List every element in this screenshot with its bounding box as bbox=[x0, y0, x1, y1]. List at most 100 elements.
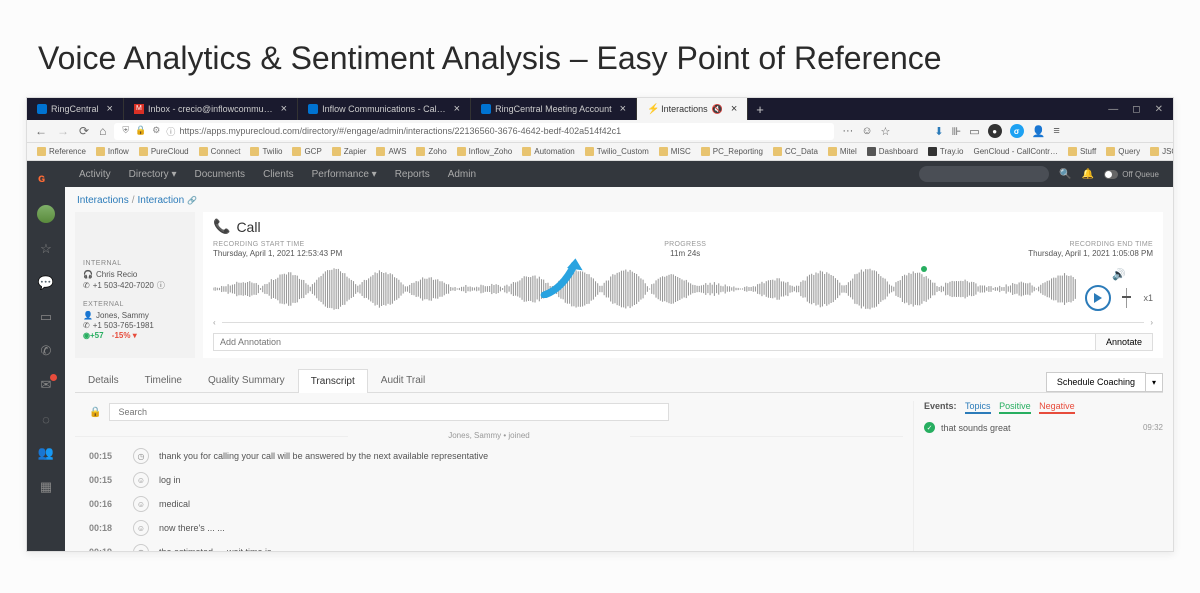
volume-icon[interactable]: 🔊 bbox=[1112, 268, 1126, 281]
bookmark[interactable]: Automation bbox=[522, 147, 574, 156]
avatar[interactable] bbox=[37, 205, 55, 223]
events-tab-topics[interactable]: Topics bbox=[965, 401, 991, 414]
browser-tab[interactable]: RingCentral× bbox=[27, 98, 124, 120]
timeline-scrollbar[interactable]: ‹› bbox=[213, 316, 1153, 329]
tab-audit[interactable]: Audit Trail bbox=[368, 368, 438, 392]
events-tab-negative[interactable]: Negative bbox=[1039, 401, 1075, 414]
browser-tab-active[interactable]: ⚡Interactions🔇× bbox=[637, 98, 748, 120]
bookmark[interactable]: Twilio bbox=[250, 147, 282, 156]
apps-icon[interactable]: ▦ bbox=[38, 479, 54, 495]
nav-documents[interactable]: Documents bbox=[194, 169, 245, 180]
bookmark[interactable]: Connect bbox=[199, 147, 241, 156]
nav-clients[interactable]: Clients bbox=[263, 169, 294, 180]
close-icon[interactable]: × bbox=[620, 103, 626, 115]
bookmark[interactable]: Tray.io bbox=[928, 147, 964, 156]
reader-icon[interactable]: ☺ bbox=[861, 125, 872, 137]
transcript-search-input[interactable] bbox=[109, 403, 669, 421]
transcript-line[interactable]: 00:15◷thank you for calling your call wi… bbox=[75, 444, 903, 468]
breadcrumb-link[interactable]: Interactions bbox=[77, 195, 129, 206]
back-icon[interactable]: ← bbox=[35, 124, 47, 138]
chevron-right-icon[interactable]: › bbox=[1150, 318, 1153, 327]
bookmark[interactable]: Stuff bbox=[1068, 147, 1096, 156]
ext-icon[interactable]: ● bbox=[988, 124, 1002, 138]
chat-icon[interactable]: 💬 bbox=[38, 275, 54, 291]
events-tab-positive[interactable]: Positive bbox=[999, 401, 1031, 414]
queue-toggle[interactable]: Off Queue bbox=[1104, 170, 1159, 179]
search-input[interactable] bbox=[919, 166, 1049, 182]
star-icon[interactable]: ☆ bbox=[38, 241, 54, 257]
forward-icon[interactable]: → bbox=[57, 124, 69, 138]
maximize-icon[interactable]: ◻ bbox=[1132, 104, 1140, 115]
bookmark[interactable]: Inflow bbox=[96, 147, 129, 156]
tab-details[interactable]: Details bbox=[75, 368, 132, 392]
bookmark[interactable]: Reference bbox=[37, 147, 86, 156]
bookmark[interactable]: GCP bbox=[292, 147, 321, 156]
play-button[interactable] bbox=[1085, 285, 1111, 311]
bookmark[interactable]: GenCloud - CallContr… bbox=[973, 147, 1057, 156]
tab-timeline[interactable]: Timeline bbox=[132, 368, 195, 392]
screenshot-icon[interactable]: ▭ bbox=[969, 125, 979, 138]
download-icon[interactable]: ⬇ bbox=[934, 125, 943, 138]
reload-icon[interactable]: ⟳ bbox=[79, 124, 89, 138]
search-icon[interactable]: 🔍 bbox=[1059, 169, 1071, 180]
browser-tab[interactable]: MInbox - crecio@inflowcommu…× bbox=[124, 98, 298, 120]
library-icon[interactable]: ⊪ bbox=[952, 125, 962, 138]
account-icon[interactable]: 👤 bbox=[1032, 125, 1046, 138]
ext-icon[interactable]: σ bbox=[1010, 124, 1024, 138]
mute-icon[interactable]: 🔇 bbox=[712, 104, 723, 115]
close-icon[interactable]: × bbox=[454, 103, 460, 115]
info-icon[interactable]: ⓘ bbox=[157, 280, 165, 291]
bookmark[interactable]: Mitel bbox=[828, 147, 857, 156]
nav-activity[interactable]: Activity bbox=[79, 169, 111, 180]
close-icon[interactable]: × bbox=[107, 103, 113, 115]
browser-tab[interactable]: Inflow Communications - Cal…× bbox=[298, 98, 471, 120]
annotation-input[interactable] bbox=[213, 333, 1095, 351]
nav-admin[interactable]: Admin bbox=[448, 169, 476, 180]
schedule-dropdown[interactable]: ▾ bbox=[1146, 373, 1163, 392]
browser-tab[interactable]: RingCentral Meeting Account× bbox=[471, 98, 637, 120]
close-window-icon[interactable]: ✕ bbox=[1155, 104, 1163, 115]
video-icon[interactable]: ▭ bbox=[38, 309, 54, 325]
close-icon[interactable]: × bbox=[281, 103, 287, 115]
speed-slider[interactable] bbox=[1117, 286, 1137, 310]
bookmark[interactable]: CC_Data bbox=[773, 147, 818, 156]
bookmark[interactable]: AWS bbox=[376, 147, 406, 156]
waveform[interactable] bbox=[213, 268, 1077, 310]
bookmark[interactable]: Inflow_Zoho bbox=[457, 147, 513, 156]
bookmark[interactable]: Dashboard bbox=[867, 147, 918, 156]
transcript-line[interactable]: 00:18☺now there's ... ... bbox=[75, 516, 903, 540]
bookmark[interactable]: Query bbox=[1106, 147, 1140, 156]
link-icon[interactable]: 🔗 bbox=[187, 196, 197, 205]
event-line[interactable]: ✓ that sounds great 09:32 bbox=[924, 418, 1163, 437]
nav-directory[interactable]: Directory ▾ bbox=[129, 169, 177, 180]
bookmark[interactable]: Zapier bbox=[332, 147, 367, 156]
notification-icon[interactable]: 🔔 bbox=[1082, 169, 1094, 180]
people-icon[interactable]: 👥 bbox=[38, 445, 54, 461]
bookmark[interactable]: Twilio_Custom bbox=[585, 147, 649, 156]
logo-icon[interactable]: ɢ bbox=[38, 171, 54, 187]
transcript-line[interactable]: 00:19◷the estimated … wait time is bbox=[75, 540, 903, 551]
bookmark[interactable]: PureCloud bbox=[139, 147, 189, 156]
schedule-button[interactable]: Schedule Coaching bbox=[1046, 372, 1146, 392]
nav-reports[interactable]: Reports bbox=[395, 169, 430, 180]
url-bar[interactable]: ⛨🔒⚙ⓘ https://apps.mypurecloud.com/direct… bbox=[114, 123, 834, 140]
menu-icon[interactable]: ≡ bbox=[1053, 125, 1059, 137]
tab-quality[interactable]: Quality Summary bbox=[195, 368, 298, 392]
new-tab-button[interactable]: + bbox=[748, 102, 772, 117]
phone-icon[interactable]: ✆ bbox=[38, 343, 54, 359]
bookmark[interactable]: Zoho bbox=[416, 147, 446, 156]
inbox-icon[interactable]: ✉ bbox=[38, 377, 54, 393]
transcript-line[interactable]: 00:16☺medical bbox=[75, 492, 903, 516]
transcript-line[interactable]: 00:15☺log in bbox=[75, 468, 903, 492]
minimize-icon[interactable]: — bbox=[1108, 104, 1118, 115]
close-icon[interactable]: × bbox=[731, 103, 737, 115]
tab-transcript[interactable]: Transcript bbox=[298, 369, 368, 393]
nav-performance[interactable]: Performance ▾ bbox=[312, 169, 377, 180]
bookmark[interactable]: JSON bbox=[1150, 147, 1173, 156]
loading-icon[interactable]: ◌ bbox=[38, 411, 54, 427]
chevron-left-icon[interactable]: ‹ bbox=[213, 318, 216, 327]
bookmark[interactable]: PC_Reporting bbox=[701, 147, 763, 156]
lock-icon[interactable]: 🔒 bbox=[89, 407, 101, 418]
annotate-button[interactable]: Annotate bbox=[1095, 333, 1153, 351]
bookmark[interactable]: MISC bbox=[659, 147, 691, 156]
